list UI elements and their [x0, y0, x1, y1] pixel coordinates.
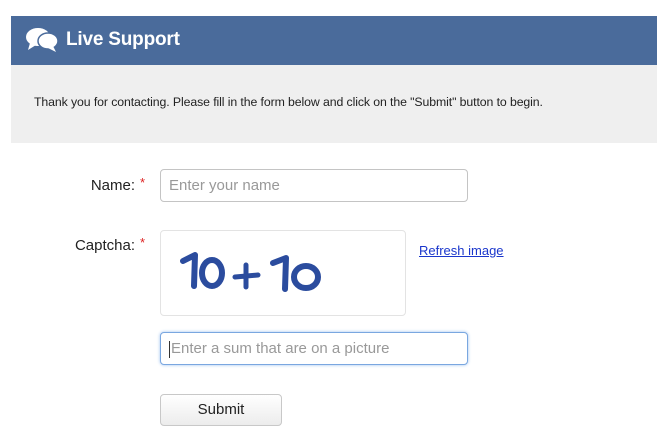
chat-bubbles-icon	[26, 28, 59, 52]
intro-panel: Thank you for contacting. Please fill in…	[11, 65, 657, 143]
refresh-image-link[interactable]: Refresh image	[419, 243, 504, 258]
captcha-image	[160, 230, 406, 316]
intro-message: Thank you for contacting. Please fill in…	[34, 95, 543, 109]
captcha-input-placeholder: Enter a sum that are on a picture	[171, 340, 390, 357]
submit-button[interactable]: Submit	[160, 394, 282, 426]
name-label: Name:	[90, 177, 135, 194]
captcha-input[interactable]: Enter a sum that are on a picture	[160, 332, 468, 365]
captcha-image-text	[180, 252, 321, 292]
header-bar: Live Support	[11, 16, 657, 65]
text-caret	[169, 340, 170, 358]
captcha-required-mark: *	[140, 235, 146, 250]
header-title: Live Support	[66, 29, 180, 50]
captcha-label: Captcha:	[74, 237, 135, 254]
name-required-mark: *	[140, 175, 146, 190]
name-input-placeholder: Enter your name	[169, 177, 280, 194]
name-input[interactable]: Enter your name	[160, 169, 468, 202]
